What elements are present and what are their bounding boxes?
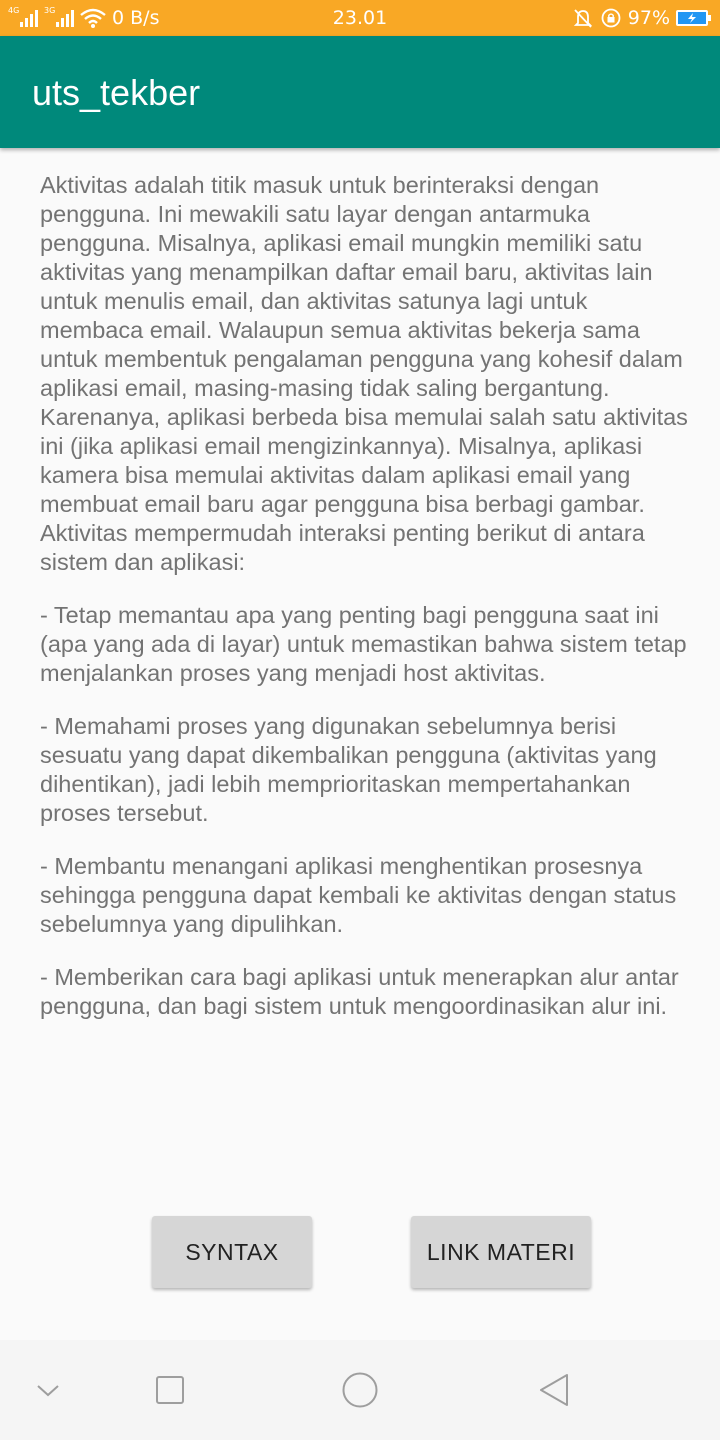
- paragraph-point-2: - Memahami proses yang digunakan sebelum…: [40, 713, 657, 826]
- content-body: Aktivitas adalah titik masuk untuk berin…: [40, 171, 690, 1045]
- app-bar: uts_tekber: [0, 36, 720, 148]
- wifi-icon: [80, 8, 106, 28]
- paragraph-intro: Aktivitas adalah titik masuk untuk berin…: [40, 172, 688, 575]
- network-type-3g: 3G: [44, 6, 56, 15]
- paragraph-point-1: - Tetap memantau apa yang penting bagi p…: [40, 602, 687, 686]
- alarm-off-icon: [573, 9, 592, 28]
- back-icon[interactable]: [534, 1370, 574, 1410]
- paragraph-point-3: - Membantu menangani aplikasi menghentik…: [40, 853, 677, 937]
- chevron-down-icon[interactable]: [28, 1370, 68, 1410]
- app-title: uts_tekber: [32, 72, 201, 113]
- battery-level: 97%: [627, 7, 670, 29]
- navigation-bar: [0, 1340, 720, 1440]
- status-left: 4G 3G 0 B/s: [8, 0, 159, 36]
- signal-icon: 3G: [44, 7, 74, 29]
- signal-icon: 4G: [8, 7, 38, 29]
- status-bar: 4G 3G 0 B/s 23.01 97%: [0, 0, 720, 36]
- network-type-4g: 4G: [8, 6, 20, 15]
- status-right: 97%: [572, 0, 711, 36]
- recents-icon[interactable]: [150, 1370, 190, 1410]
- network-speed: 0 B/s: [112, 7, 160, 29]
- battery-charging-icon: [676, 10, 711, 26]
- syntax-button[interactable]: SYNTAX: [152, 1216, 312, 1288]
- paragraph-point-4: - Memberikan cara bagi aplikasi untuk me…: [40, 964, 679, 1019]
- home-icon[interactable]: [340, 1370, 380, 1410]
- rotation-lock-icon: [601, 8, 621, 28]
- link-materi-button[interactable]: LINK MATERI: [411, 1216, 591, 1288]
